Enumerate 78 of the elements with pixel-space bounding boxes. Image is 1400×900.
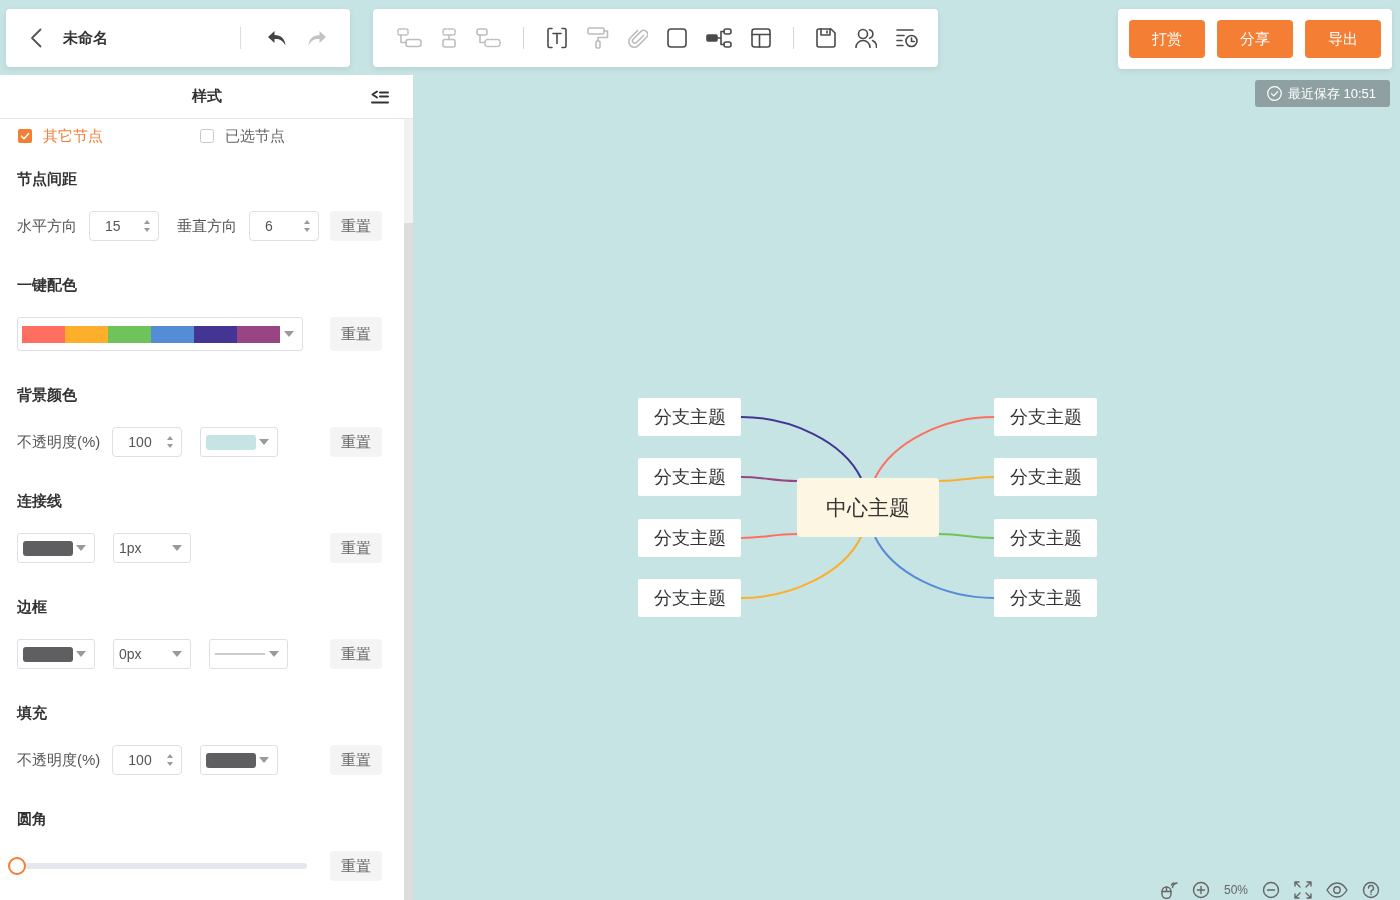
color-select[interactable] [200, 745, 279, 775]
number-field[interactable]: 6 [249, 211, 319, 241]
collapse-icon[interactable] [371, 89, 389, 104]
number-field[interactable]: 100 [112, 427, 183, 457]
branch-topic: 分支主题 [994, 579, 1097, 617]
branch-topic: 分支主题 [638, 519, 741, 557]
spinner-icon[interactable] [166, 434, 175, 450]
caret-icon[interactable] [76, 651, 86, 657]
spinner-icon[interactable] [143, 218, 151, 234]
field-label: 垂直方向 [177, 216, 237, 236]
number-field[interactable]: 100 [112, 745, 183, 775]
eye-icon[interactable] [1326, 882, 1348, 898]
branch-topic: 分支主题 [994, 519, 1097, 557]
reset-button[interactable]: 重置 [330, 211, 382, 241]
checkbox-label[interactable]: 已选节点 [225, 126, 285, 146]
line-sample-icon [215, 653, 265, 655]
branch-topic: 分支主题 [994, 458, 1097, 496]
reset-button[interactable]: 重置 [330, 427, 382, 457]
reset-button[interactable]: 重置 [330, 745, 382, 775]
reset-button[interactable]: 重置 [330, 317, 382, 351]
caret-icon[interactable] [76, 545, 86, 551]
section-title: 背景颜色 [17, 385, 77, 405]
save-status-text: 最近保存 10:51 [1287, 84, 1376, 103]
branch-icon[interactable] [706, 28, 732, 48]
branch-topic: 分支主题 [638, 398, 741, 436]
dropdown-select[interactable]: 0px [113, 639, 191, 669]
central-topic: 中心主题 [797, 478, 939, 537]
back-icon[interactable] [30, 28, 42, 48]
section-title: 节点间距 [17, 169, 77, 189]
reset-button[interactable]: 重置 [330, 639, 382, 669]
fullscreen-icon[interactable] [1294, 881, 1312, 899]
section-title: 填充 [17, 703, 47, 723]
section-title: 连接线 [17, 491, 62, 511]
zoom-out-icon[interactable] [1262, 881, 1280, 899]
field-label: 水平方向 [17, 216, 77, 236]
reset-button[interactable]: 重置 [330, 851, 382, 881]
color-select[interactable] [17, 639, 95, 669]
history-icon[interactable] [896, 28, 918, 48]
field-label: 不透明度(%) [17, 432, 101, 452]
spinner-icon[interactable] [166, 752, 175, 768]
dropdown-select[interactable]: 1px [113, 533, 191, 563]
text-bracket-icon[interactable] [546, 27, 568, 49]
reset-button[interactable]: 重置 [330, 533, 382, 563]
section-title: 一键配色 [17, 275, 77, 295]
caret-icon[interactable] [259, 757, 270, 763]
line-style-select[interactable] [209, 639, 288, 669]
users-icon[interactable] [855, 28, 877, 48]
caret-icon[interactable] [269, 651, 279, 657]
checkbox[interactable] [200, 129, 214, 143]
undo-icon[interactable] [267, 29, 287, 47]
section-title: 边框 [17, 597, 47, 617]
slider-thumb[interactable] [8, 857, 26, 875]
save-icon[interactable] [816, 28, 836, 48]
document-title: 未命名 [63, 28, 108, 48]
caret-icon[interactable] [172, 545, 182, 551]
help-icon[interactable] [1362, 881, 1380, 899]
caret-icon[interactable] [259, 439, 270, 445]
branch-topic: 分支主题 [638, 579, 741, 617]
square-icon[interactable] [667, 28, 687, 48]
panel-title: 样式 [191, 87, 222, 106]
check-circle-icon [1266, 86, 1282, 101]
slider-track[interactable] [8, 857, 308, 875]
zoom-level: 50% [1223, 883, 1248, 897]
color-select[interactable] [200, 427, 279, 457]
spinner-icon[interactable] [303, 218, 311, 234]
layout-icon[interactable] [751, 28, 771, 48]
branch-topic: 分支主题 [638, 458, 741, 496]
mouse-icon[interactable] [1159, 881, 1178, 899]
checkbox[interactable] [18, 129, 32, 143]
zoom-in-icon[interactable] [1191, 881, 1210, 899]
number-field[interactable]: 15 [89, 211, 159, 241]
palette-select[interactable] [17, 317, 303, 351]
caret-icon[interactable] [284, 331, 294, 337]
section-title: 圆角 [17, 809, 47, 829]
field-label: 不透明度(%) [17, 750, 101, 770]
color-select[interactable] [17, 533, 95, 563]
caret-icon[interactable] [172, 651, 182, 657]
branch-topic: 分支主题 [994, 398, 1097, 436]
